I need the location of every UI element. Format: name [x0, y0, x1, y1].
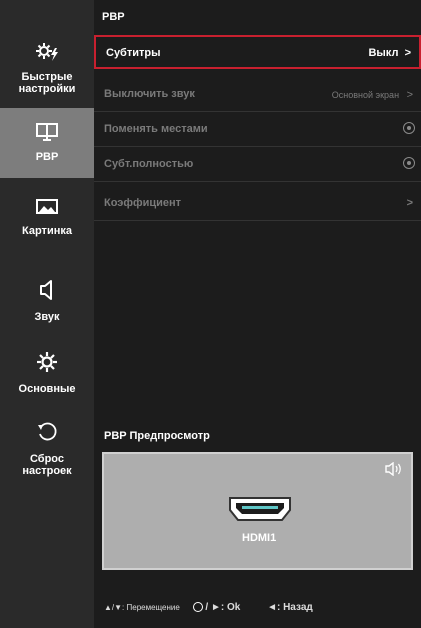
menu-row-label: Выключить звук [104, 88, 195, 100]
sidebar-item-label-line2: настроек [22, 465, 72, 477]
menu-row-full-subtitles[interactable]: Субт.полностью [94, 148, 421, 182]
ok-label: / ►: Ok [205, 602, 241, 613]
mute-value: Основной экран [331, 90, 400, 100]
back-hint: ◄: Назад [267, 602, 313, 613]
sidebar-item-general[interactable]: Основные [0, 350, 94, 395]
chevron-right-icon: > [406, 89, 413, 101]
radio-icon[interactable] [403, 122, 415, 134]
speaker-icon [0, 278, 94, 305]
pbp-monitor-icon [0, 122, 94, 145]
subtitles-value: Выкл [368, 47, 399, 59]
page-title: PBP [102, 11, 125, 23]
menu-row-label: Коэффициент [104, 197, 182, 209]
sidebar-item-label: Сброс [29, 453, 64, 465]
menu-row-swap[interactable]: Поменять местами [94, 113, 421, 147]
sidebar: Быстрые настройки PBP Картинка Звук Осно… [0, 0, 94, 628]
sidebar-item-label-line2: настройки [18, 83, 76, 95]
picture-icon [0, 198, 94, 219]
quick-settings-icon [0, 40, 94, 65]
chevron-right-icon: > [404, 47, 411, 59]
sidebar-item-picture[interactable]: Картинка [0, 198, 94, 237]
sidebar-item-pbp[interactable]: PBP [0, 108, 94, 178]
sidebar-item-label: PBP [35, 151, 59, 163]
sidebar-item-label: Картинка [22, 225, 72, 237]
sidebar-item-label: Основные [18, 383, 76, 395]
menu-row-mute[interactable]: Выключить звук Основной экран > [94, 78, 421, 112]
hdmi-source-label: HDMI1 [242, 532, 277, 544]
speaker-icon [385, 461, 403, 481]
menu-row-label: Субтитры [106, 47, 161, 59]
select-icon [192, 602, 203, 612]
gear-icon [0, 350, 94, 377]
move-hint: ▲/▼: Перемещение [104, 603, 180, 612]
ok-hint: / ►: Ok [192, 602, 243, 613]
sidebar-item-quick-settings[interactable]: Быстрые настройки [0, 40, 94, 95]
sidebar-item-label: Звук [34, 311, 60, 323]
radio-icon[interactable] [403, 157, 415, 169]
main-panel: PBP Субтитры Выкл > Выключить звук Основ… [94, 0, 421, 628]
reset-icon [0, 420, 94, 447]
monitor-osd: Быстрые настройки PBP Картинка Звук Осно… [0, 0, 421, 628]
footer-hints: ▲/▼: Перемещение / ►: Ok ◄: Назад [104, 600, 313, 613]
menu-row-ratio[interactable]: Коэффициент > [94, 187, 421, 221]
menu-row-label: Субт.полностью [104, 158, 194, 170]
menu-row-value: Выкл > [368, 47, 411, 59]
pbp-preview: HDMI1 [102, 452, 413, 570]
sidebar-item-reset[interactable]: Сброс настроек [0, 420, 94, 477]
preview-title: PBP Предпросмотр [104, 430, 210, 442]
chevron-right-icon: > [406, 197, 413, 209]
sidebar-item-sound[interactable]: Звук [0, 278, 94, 323]
hdmi-port-icon [228, 496, 292, 527]
sidebar-item-label: Быстрые [21, 71, 73, 83]
menu-row-subtitles[interactable]: Субтитры Выкл > [94, 35, 421, 69]
menu-row-value: Основной экран > [332, 89, 413, 101]
menu-row-label: Поменять местами [104, 123, 208, 135]
